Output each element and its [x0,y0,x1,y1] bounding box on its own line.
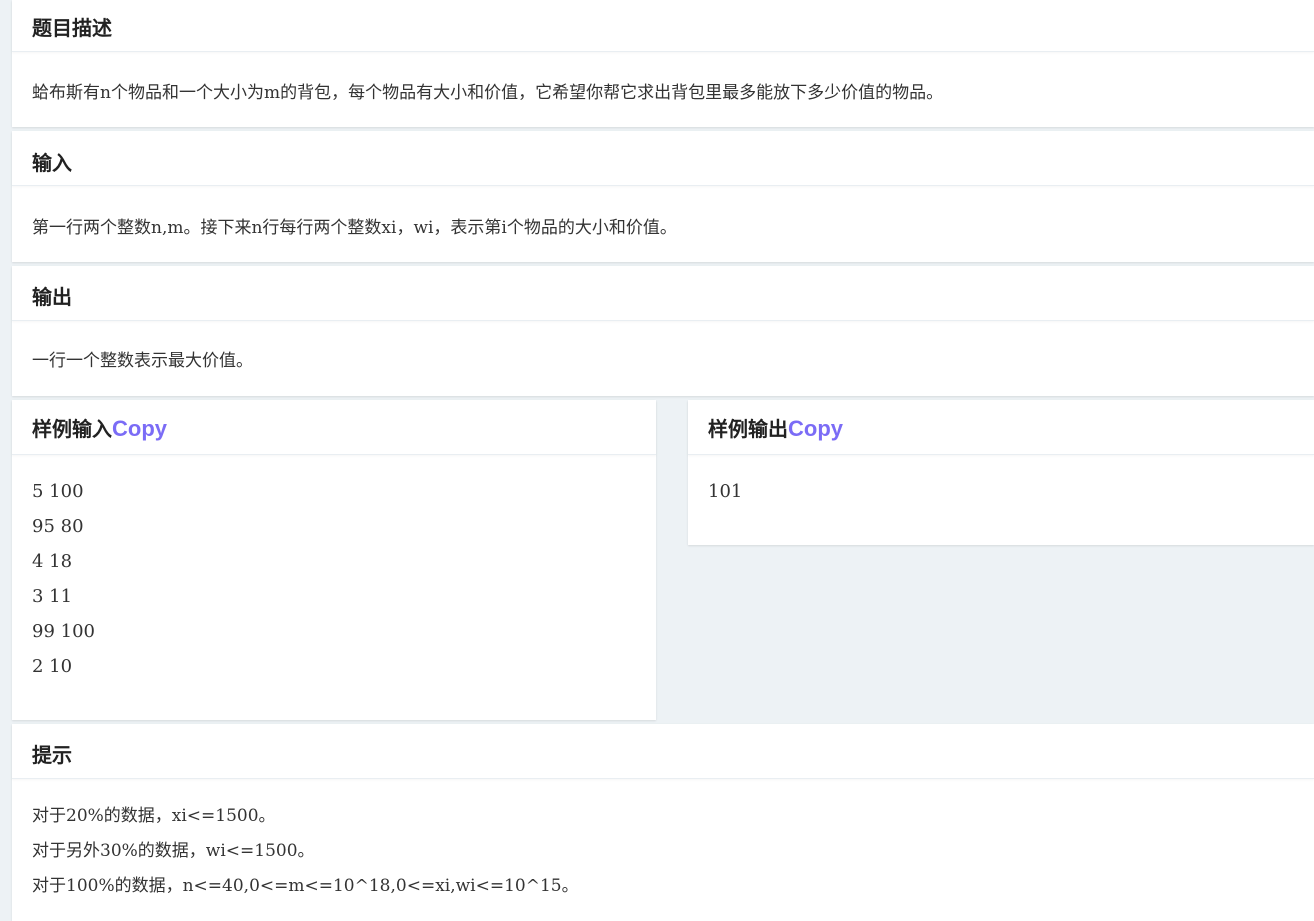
input-title: 输入 [32,151,72,175]
sample-input-header: 样例输入Copy [12,400,656,455]
description-card: 题目描述 蛤布斯有n个物品和一个大小为m的背包，每个物品有大小和价值，它希望你帮… [12,0,1314,127]
sample-input-title: 样例输入Copy [32,413,167,442]
hint-line: 对于另外30%的数据，wi<=1500。 [32,841,315,861]
sample-output-title: 样例输出Copy [708,413,843,442]
sample-output-copy-button[interactable]: Copy [788,416,843,441]
sample-input-content: 5 100 95 80 4 18 3 11 99 100 2 10 [32,474,636,684]
sample-input-copy-button[interactable]: Copy [112,416,167,441]
sample-input-line: 2 10 [32,656,73,677]
sample-input-line: 95 80 [32,516,84,537]
input-card: 输入 第一行两个整数n,m。接下来n行每行两个整数xi，wi，表示第i个物品的大… [12,131,1314,262]
input-header: 输入 [12,131,1314,186]
sample-input-title-text: 样例输入 [32,417,112,441]
hint-card: 提示 对于20%的数据，xi<=1500。 对于另外30%的数据，wi<=150… [12,724,1314,921]
input-text: 第一行两个整数n,m。接下来n行每行两个整数xi，wi，表示第i个物品的大小和价… [32,218,677,238]
hint-content: 对于20%的数据，xi<=1500。 对于另外30%的数据，wi<=1500。 … [32,799,1294,904]
sample-input-line: 3 11 [32,586,73,607]
hint-line: 对于100%的数据，n<=40,0<=m<=10^18,0<=xi,wi<=10… [32,876,579,896]
output-card: 输出 一行一个整数表示最大价值。 [12,266,1314,396]
output-header: 输出 [12,266,1314,321]
description-text: 蛤布斯有n个物品和一个大小为m的背包，每个物品有大小和价值，它希望你帮它求出背包… [32,83,944,103]
hint-header: 提示 [12,724,1314,779]
sample-input-line: 99 100 [32,621,95,642]
sample-output-title-text: 样例输出 [708,417,788,441]
description-title: 题目描述 [32,16,112,40]
description-header: 题目描述 [12,0,1314,52]
output-title: 输出 [32,285,72,309]
sample-input-line: 4 18 [32,551,73,572]
sample-input-card: 样例输入Copy 5 100 95 80 4 18 3 11 99 100 2 … [12,400,656,720]
hint-line: 对于20%的数据，xi<=1500。 [32,806,276,826]
sample-output-header: 样例输出Copy [688,400,1314,455]
hint-title: 提示 [32,743,72,767]
sample-input-line: 5 100 [32,481,84,502]
sample-output-content: 101 [708,474,1294,509]
output-text: 一行一个整数表示最大价值。 [32,351,253,371]
sample-output-line: 101 [708,481,743,502]
sample-output-card: 样例输出Copy 101 [688,400,1314,545]
